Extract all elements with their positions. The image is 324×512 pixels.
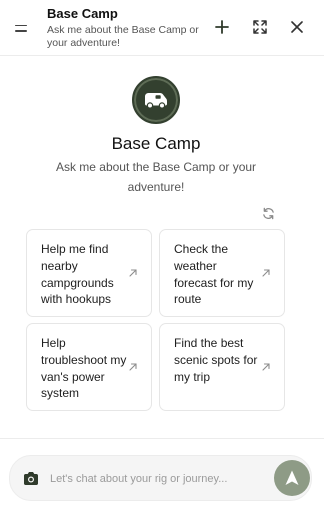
header-subtitle: Ask me about the Base Camp or your adven… (47, 24, 199, 49)
close-button[interactable] (283, 13, 311, 41)
header-title: Base Camp (47, 6, 118, 21)
plus-icon (215, 20, 229, 34)
refresh-icon (262, 207, 274, 219)
suggestion-card[interactable]: Find the best scenic spots for my trip (159, 323, 285, 411)
arrow-up-right-icon (262, 269, 270, 277)
van-icon (145, 93, 167, 109)
suggestion-card[interactable]: Help troubleshoot my van's power system (26, 323, 152, 411)
suggestion-text: Check the weather forecast for my route (174, 242, 254, 307)
chat-composer (9, 455, 312, 501)
suggestion-card[interactable]: Help me find nearby campgrounds with hoo… (26, 229, 152, 317)
close-icon (291, 21, 303, 33)
refresh-suggestions-button[interactable] (260, 205, 276, 221)
welcome-title: Base Camp (111, 134, 201, 153)
welcome-subtitle: Ask me about the Base Camp or your adven… (55, 160, 257, 194)
arrow-up-right-icon (129, 363, 137, 371)
arrow-up-right-icon (262, 363, 270, 371)
expand-icon (253, 20, 267, 34)
send-icon (285, 470, 299, 485)
expand-button[interactable] (246, 13, 274, 41)
header: Base Camp Ask me about the Base Camp or … (0, 0, 324, 56)
composer-divider (0, 438, 324, 439)
suggestion-text: Find the best scenic spots for my trip (174, 336, 258, 384)
assistant-avatar (132, 76, 180, 124)
chat-input[interactable] (50, 467, 260, 491)
send-button[interactable] (274, 460, 310, 496)
new-chat-button[interactable] (208, 13, 236, 41)
suggestion-text: Help me find nearby campgrounds with hoo… (41, 242, 114, 307)
menu-button[interactable] (10, 17, 32, 39)
camera-button[interactable] (21, 469, 41, 489)
arrow-up-right-icon (129, 269, 137, 277)
menu-icon-bar (15, 30, 27, 32)
suggestion-text: Help troubleshoot my van's power system (41, 336, 127, 401)
camera-icon (24, 472, 38, 485)
chat-widget: Base Camp Ask me about the Base Camp or … (0, 0, 324, 512)
menu-icon (15, 24, 27, 26)
suggestion-card[interactable]: Check the weather forecast for my route (159, 229, 285, 317)
